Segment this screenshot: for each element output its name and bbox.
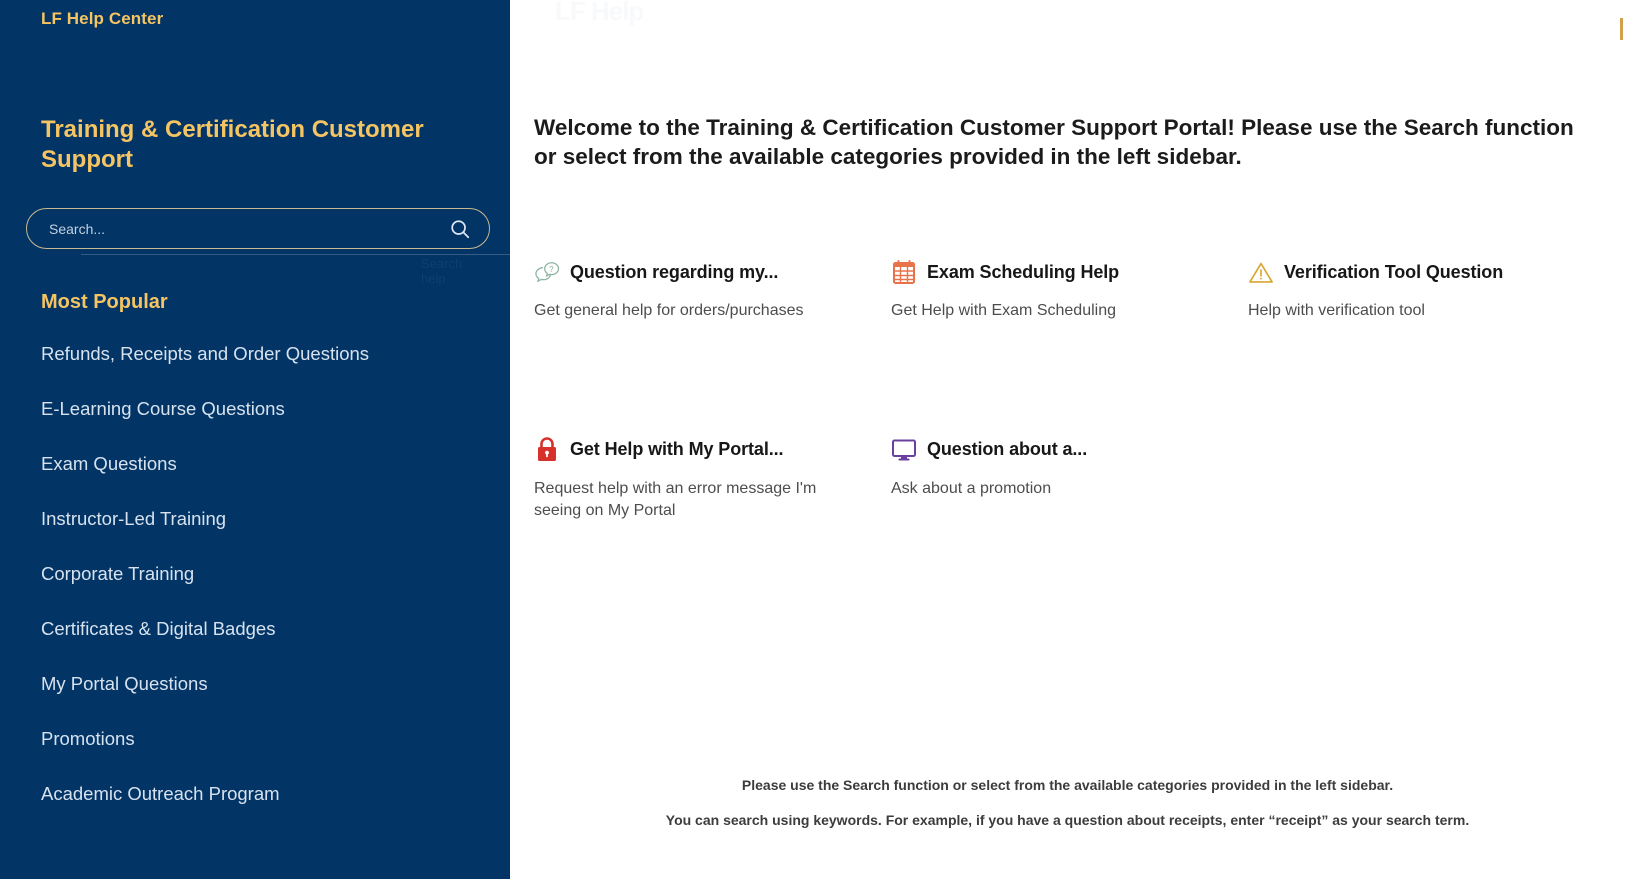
search-area: Search help [26, 208, 1411, 286]
search-box[interactable] [26, 208, 490, 249]
search-input[interactable] [27, 209, 489, 248]
card-row-1: ? Question regarding my... Get general h… [534, 255, 1614, 323]
calendar-icon [891, 259, 917, 286]
card-question-regarding-my-order[interactable]: ? Question regarding my... Get general h… [534, 255, 891, 323]
sidebar-item-myportal[interactable]: My Portal Questions [41, 674, 491, 694]
search-icon[interactable] [447, 216, 473, 242]
card-title: Question regarding my... [570, 261, 779, 282]
sidebar-logo[interactable]: LF Help Center [41, 9, 163, 29]
footer: Please use the Search function or select… [510, 778, 1625, 827]
search-help-label: Search help [421, 256, 463, 286]
card-description: Help with verification tool [1248, 302, 1425, 319]
sidebar-item-corporate[interactable]: Corporate Training [41, 564, 491, 584]
sidebar-section-heading: Most Popular [41, 291, 168, 313]
monitor-icon [891, 436, 917, 463]
card-description: Request help with an error message I'm s… [534, 479, 817, 520]
card-get-help-with-my-portal[interactable]: Get Help with My Portal... Request help … [534, 433, 891, 523]
svg-text:?: ? [549, 264, 554, 274]
edge-accent-bar [1620, 18, 1623, 40]
sidebar-item-refunds[interactable]: Refunds, Receipts and Order Questions [41, 344, 491, 364]
card-description: Get Help with Exam Scheduling [891, 302, 1116, 319]
sidebar: LF Help Center Training & Certification … [0, 0, 1411, 879]
category-cards: ? Question regarding my... Get general h… [534, 255, 1614, 523]
card-title: Get Help with My Portal... [570, 439, 784, 460]
card-verification-tool-question[interactable]: Verification Tool Question Help with ver… [1248, 255, 1503, 323]
card-title: Verification Tool Question [1284, 261, 1504, 282]
sidebar-item-exam[interactable]: Exam Questions [41, 454, 491, 474]
card-row-2: Get Help with My Portal... Request help … [534, 433, 1614, 523]
sidebar-item-promotions[interactable]: Promotions [41, 729, 491, 749]
sidebar-title: Training & Certification Customer Suppor… [41, 116, 424, 173]
card-description: Get general help for orders/purchases [534, 302, 804, 319]
sidebar-item-certificates[interactable]: Certificates & Digital Badges [41, 619, 491, 639]
sidebar-item-instructor[interactable]: Instructor-Led Training [41, 509, 491, 529]
footer-line-2: You can search using keywords. For examp… [665, 812, 1470, 828]
help-center-page: LF Help Center Training & Certification … [0, 0, 1625, 879]
welcome-heading: Welcome to the Training & Certification … [534, 115, 1574, 170]
main-content: LF Help Welcome to the Training & Certif… [510, 0, 1625, 879]
sidebar-item-elearning[interactable]: E-Learning Course Questions [41, 399, 491, 419]
card-title: Question about a... [927, 439, 1088, 460]
question-speech-bubble-icon: ? [534, 259, 560, 286]
card-question-about-a-promotion[interactable]: Question about a... Ask about a promotio… [891, 433, 1087, 523]
card-exam-scheduling-help[interactable]: Exam Scheduling Help Get Help with Exam … [891, 255, 1248, 323]
card-description: Ask about a promotion [891, 479, 1052, 497]
watermark-text: LF Help [555, 0, 644, 26]
sidebar-item-academic[interactable]: Academic Outreach Program [41, 784, 491, 804]
lock-icon [534, 436, 560, 463]
card-title: Exam Scheduling Help [927, 261, 1120, 282]
footer-line-1: Please use the Search function or select… [741, 777, 1394, 793]
sidebar-nav: Refunds, Receipts and Order Questions E-… [41, 344, 491, 840]
warning-triangle-icon [1248, 259, 1274, 286]
